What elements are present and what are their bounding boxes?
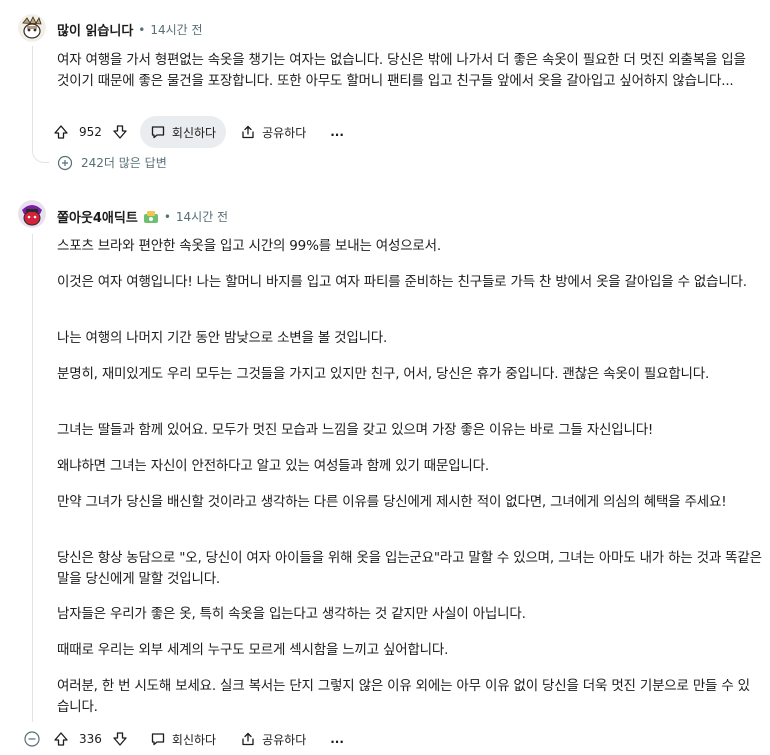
- more-replies-button[interactable]: 242더 많은 답변: [57, 154, 167, 171]
- comment-paragraph: 만약 그녀가 당신을 배신할 것이라고 생각하는 다른 이유를 당신에게 제시한…: [57, 494, 727, 510]
- downvote-icon[interactable]: [112, 731, 128, 747]
- vote-count: 336: [79, 732, 102, 746]
- more-options-button[interactable]: ...: [320, 723, 354, 755]
- comment-paragraph: 남자들은 우리가 좋은 옷, 특히 속옷을 입는다고 생각하는 것 같지만 사실…: [57, 606, 526, 622]
- vote-group: 952: [47, 116, 132, 148]
- meta-separator: •: [138, 22, 146, 37]
- timestamp[interactable]: 14시간 전: [150, 21, 202, 38]
- share-button[interactable]: 공유하다: [230, 723, 316, 755]
- comment-body: 여자 여행을 가서 형편없는 속옷을 챙기는 여자는 없습니다. 당신은 밖에 …: [57, 52, 746, 89]
- comment-paragraph: 그녀는 딸들과 함께 있어요. 모두가 멋진 모습과 느낌을 갖고 있으며 가장…: [57, 422, 654, 438]
- upvote-icon[interactable]: [53, 731, 69, 747]
- author-name[interactable]: 쫄아웃4애딕트: [57, 207, 138, 226]
- comment-paragraph: 당신은 항상 농담으로 "오, 당신이 여자 아이들을 위해 옷을 입는군요"라…: [57, 550, 762, 587]
- comment-header: 많이 읽습니다 • 14시간 전: [57, 20, 203, 40]
- vote-group: 336: [47, 723, 132, 755]
- reply-button[interactable]: 회신하다: [139, 116, 227, 148]
- thread-line: [32, 46, 33, 142]
- avatar[interactable]: [18, 200, 46, 228]
- comment-actions: 952 회신하다 공유하다 ...: [47, 116, 354, 148]
- author-name[interactable]: 많이 읽습니다: [57, 20, 133, 39]
- reply-label: 회신하다: [171, 732, 217, 747]
- collapse-thread-button[interactable]: [23, 730, 41, 752]
- more-options-label: ...: [330, 125, 344, 139]
- more-options-button[interactable]: ...: [320, 116, 354, 148]
- comment-paragraph: 여러분, 한 번 시도해 보세요. 실크 복서는 단지 그렇지 않은 이유 외에…: [57, 678, 750, 715]
- share-button[interactable]: 공유하다: [230, 116, 316, 148]
- meta-separator: •: [163, 209, 171, 224]
- avatar[interactable]: [18, 14, 46, 42]
- share-icon: [240, 124, 256, 140]
- comment-paragraph: 스포츠 브라와 편안한 속옷을 입고 시간의 99%를 보내는 여성으로서.: [57, 238, 441, 254]
- comment-header: 쫄아웃4애딕트 • 14시간 전: [57, 207, 228, 227]
- minus-circle-icon: [24, 731, 40, 747]
- comment-paragraph: 나는 여행의 나머지 기간 동안 밤낮으로 소변을 볼 것입니다.: [57, 330, 388, 346]
- comment-icon: [150, 124, 166, 140]
- snoo-avatar-icon: [18, 200, 46, 228]
- comment-paragraph: 때때로 우리는 외부 세계의 누구도 모르게 섹시함을 느끼고 싶어합니다.: [57, 642, 449, 658]
- comment-paragraph: 이것은 여자 여행입니다! 나는 할머니 바지를 입고 여자 파티를 준비하는 …: [57, 274, 747, 290]
- upvote-icon[interactable]: [53, 124, 69, 140]
- comment-icon: [150, 731, 166, 747]
- share-icon: [240, 731, 256, 747]
- snoo-avatar-icon: [18, 14, 46, 42]
- comment-paragraph: 분명히, 재미있게도 우리 모두는 그것들을 가지고 있지만 친구, 어서, 당…: [57, 366, 710, 382]
- vote-count: 952: [79, 125, 102, 139]
- reply-button[interactable]: 회신하다: [140, 723, 226, 755]
- more-options-label: ...: [330, 732, 344, 746]
- comment-actions: 336 회신하다 공유하다 ...: [47, 723, 354, 755]
- reply-label: 회신하다: [171, 125, 217, 140]
- share-label: 공유하다: [262, 732, 307, 747]
- comment-paragraph: 왜냐하면 그녀는 자신이 안전하다고 알고 있는 여성들과 함께 있기 때문입니…: [57, 458, 489, 474]
- thread-line: [32, 234, 33, 722]
- more-replies-label: 242더 많은 답변: [81, 156, 167, 170]
- share-label: 공유하다: [262, 125, 307, 140]
- downvote-icon[interactable]: [112, 124, 128, 140]
- timestamp[interactable]: 14시간 전: [176, 208, 228, 225]
- plus-circle-icon: [57, 155, 73, 171]
- achievement-badge-icon: [143, 210, 159, 224]
